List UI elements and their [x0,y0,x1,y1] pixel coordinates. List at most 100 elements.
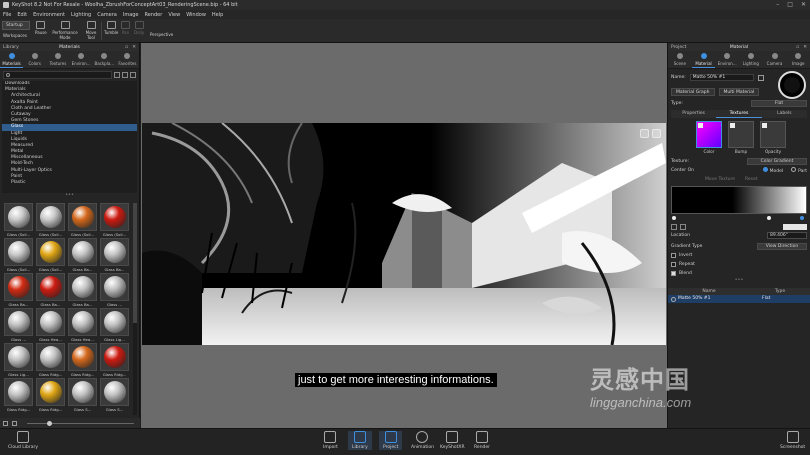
project-tab-material[interactable]: Material [691,51,716,68]
material-thumbnail[interactable]: Glass S... [67,378,98,413]
pan-button[interactable]: Pan [121,21,130,35]
material-thumbnail[interactable]: Glass Ba... [3,273,34,308]
add-folder-icon[interactable] [114,72,120,78]
material-thumbnail[interactable]: Glass Ridg... [35,343,66,378]
tree-item[interactable]: Plastic [2,180,137,186]
material-thumbnail[interactable]: Glass Ridg... [35,378,66,413]
render-viewport[interactable]: just to get more interesting information… [141,43,667,428]
texture-slot-color[interactable]: Color [696,121,722,154]
library-search-input[interactable] [3,71,112,79]
move-texture-button[interactable]: Move Texture [705,177,735,182]
library-tab-backpla[interactable]: Backpla... [93,51,116,68]
grid-view-icon[interactable] [3,420,8,426]
splitter-handle[interactable]: ••• [0,193,139,199]
performance-mode-button[interactable]: Performance Mode [51,21,79,40]
cloud-library-button[interactable]: Cloud Library [8,431,38,450]
move-tool-button[interactable]: Move Tool [83,21,99,40]
material-thumbnail[interactable]: Glass Hea... [35,308,66,343]
material-thumbnail[interactable]: Glass ... [99,273,130,308]
workspaces-button[interactable]: Workspaces [3,33,27,38]
library-tab-environ[interactable]: Environ... [70,51,93,68]
material-thumbnail[interactable]: Glass Ba... [67,238,98,273]
render-button[interactable]: Render [474,431,490,450]
repeat-checkbox[interactable] [671,262,676,267]
material-thumbnail[interactable]: Glass (Soli... [3,203,34,238]
material-thumbnail[interactable]: Glass (Soli... [67,203,98,238]
menu-environment[interactable]: Environment [33,12,65,18]
library-tab-favorites[interactable]: Favorites [116,51,139,68]
material-thumbnail[interactable]: Glass Ridg... [99,343,130,378]
texture-type-select[interactable]: Color Gradient [747,158,807,165]
delete-stop-icon[interactable] [680,223,686,230]
tumble-button[interactable]: Tumble [104,21,118,35]
project-tab-environ[interactable]: Environ... [715,51,739,68]
menu-file[interactable]: File [3,12,11,18]
reset-button[interactable]: Reset [745,177,758,182]
list-view-icon[interactable] [130,72,136,78]
material-thumbnail[interactable]: Glass (Soli... [3,238,34,273]
menu-image[interactable]: Image [123,12,139,18]
subtab-labels[interactable]: Labels [762,110,807,118]
menu-lighting[interactable]: Lighting [71,12,91,18]
import-button[interactable]: Import [323,431,338,450]
location-field[interactable]: 89.406° [767,232,807,239]
perspective-button[interactable]: Perspective [150,32,173,37]
material-list-row[interactable]: Matte 50% #1 Flat [668,295,810,303]
material-type-select[interactable]: Flat [751,100,807,107]
thumbnail-size-slider[interactable] [27,420,134,426]
library-button[interactable]: Library [348,431,372,450]
material-thumbnail[interactable]: Glass Ba... [35,273,66,308]
color-picker-icon[interactable] [671,223,677,230]
material-thumbnail[interactable]: Glass (Soli... [99,203,130,238]
material-thumbnail[interactable]: Glass Ridg... [67,343,98,378]
material-thumbnail[interactable]: Glass Ba... [99,238,130,273]
lock-camera-icon[interactable] [640,129,649,138]
project-tab-camera[interactable]: Camera [763,51,787,68]
blend-checkbox[interactable] [671,271,676,276]
subtab-textures[interactable]: Textures [716,110,762,118]
center-on-part-radio[interactable]: Part [791,167,807,174]
texture-slot-opacity[interactable]: Opacity [760,121,786,154]
menu-render[interactable]: Render [145,12,163,18]
project-tab-scene[interactable]: Scene [668,51,692,68]
folder-icon[interactable] [122,72,128,78]
splitter-handle[interactable]: ••• [668,278,810,284]
menu-help[interactable]: Help [212,12,223,18]
menu-view[interactable]: View [168,12,180,18]
save-material-icon[interactable] [757,74,764,81]
gradient-editor[interactable] [671,186,807,214]
library-scrollbar[interactable] [133,203,137,415]
material-thumbnail[interactable]: Glass Ridg... [3,378,34,413]
material-thumbnail[interactable]: Glass Lig... [3,343,34,378]
pause-button[interactable]: Pause [35,21,47,35]
material-thumbnail[interactable]: Glass (Soli... [35,203,66,238]
menu-camera[interactable]: Camera [97,12,117,18]
invert-checkbox[interactable] [671,253,676,258]
keyshotxr-button[interactable]: KeyShotXR [440,431,465,450]
menu-edit[interactable]: Edit [17,12,27,18]
library-tab-colors[interactable]: Colors [23,51,46,68]
menu-window[interactable]: Window [186,12,206,18]
animation-button[interactable]: Animation [411,431,434,450]
dolly-button[interactable]: Dolly [134,21,144,35]
material-thumbnail[interactable]: Glass Hea... [67,308,98,343]
project-button[interactable]: Project [379,431,403,450]
close-icon[interactable]: ✕ [801,1,806,8]
gradient-stop-black[interactable] [672,216,676,220]
center-on-model-radio[interactable]: Model [762,167,783,174]
material-graph-button[interactable]: Material Graph [671,87,715,96]
library-tab-textures[interactable]: Textures [46,51,69,68]
gradient-type-select[interactable]: View Direction [757,243,807,250]
material-thumbnail[interactable]: Glass Lig... [99,308,130,343]
gradient-stop-selected[interactable] [800,216,804,220]
project-tab-lighting[interactable]: Lighting [739,51,763,68]
stop-color-swatch[interactable] [783,223,807,230]
material-name-field[interactable]: Matte 50% #1 [689,74,754,81]
gradient-stop-white[interactable] [767,216,771,220]
list-view-icon[interactable] [12,420,17,426]
subtab-properties[interactable]: Properties [671,110,716,118]
workspace-select[interactable]: Startup [2,21,30,30]
multi-material-button[interactable]: Multi Material [718,87,760,96]
material-thumbnail[interactable]: Glass S... [99,378,130,413]
library-tab-materials[interactable]: Materials [0,51,24,68]
